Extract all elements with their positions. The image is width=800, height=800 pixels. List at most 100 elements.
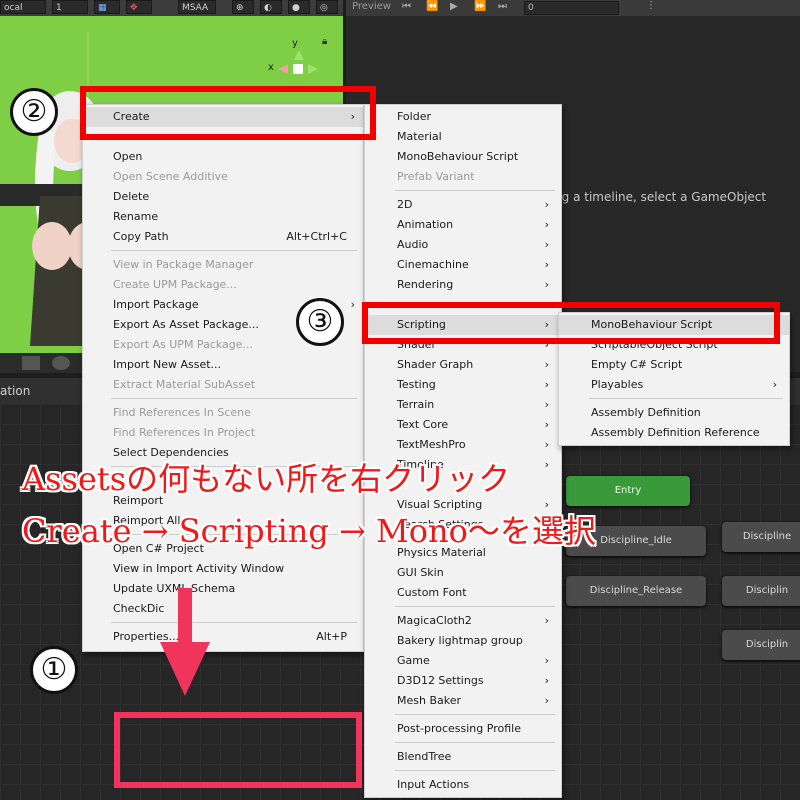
chevron-right-icon: › bbox=[772, 378, 777, 391]
step-2-badge: ② bbox=[10, 88, 58, 136]
caption-line-1: Assetsの何もない所を右クリック bbox=[22, 460, 511, 498]
submenu-item-post-processing-profile[interactable]: Post-processing Profile bbox=[365, 719, 561, 739]
chevron-right-icon: › bbox=[544, 694, 549, 707]
state-release[interactable]: Discipline_Release bbox=[566, 576, 706, 606]
menu-item-find-references-project: Find References In Project bbox=[113, 426, 256, 439]
menu-item-properties[interactable]: Properties... Alt+P bbox=[83, 627, 363, 647]
menu-item-checkdic[interactable]: CheckDic bbox=[83, 599, 363, 619]
menu-separator bbox=[395, 190, 555, 191]
submenu-item-textmeshpro[interactable]: TextMeshPro › bbox=[365, 435, 561, 455]
frame-field[interactable]: 0 bbox=[524, 1, 619, 15]
menu-item-find-references-scene: Find References In Scene bbox=[113, 406, 251, 419]
grid-snap-button[interactable]: ▦ bbox=[94, 0, 120, 14]
submenu-item-bakery-lightmap-group[interactable]: Bakery lightmap group bbox=[365, 631, 561, 651]
submenu-item-game[interactable]: Game › bbox=[365, 651, 561, 671]
first-frame-icon[interactable]: ⏮ bbox=[402, 1, 411, 12]
gizmo-y-label: y bbox=[292, 38, 298, 49]
chevron-right-icon: › bbox=[544, 398, 549, 411]
menu-separator bbox=[589, 398, 783, 399]
submenu-item-shader-graph[interactable]: Shader Graph › bbox=[365, 355, 561, 375]
wireframe-shading-icon[interactable]: ⊕ bbox=[232, 0, 254, 14]
submenu-item-folder[interactable]: Folder bbox=[365, 107, 561, 127]
shaded-icon[interactable]: ● bbox=[288, 0, 310, 14]
gizmo-x-label: x bbox=[268, 62, 274, 73]
chevron-right-icon: › bbox=[544, 358, 549, 371]
lock-icon[interactable]: 🔒︎ bbox=[322, 36, 327, 47]
menu-item-rename[interactable]: Rename bbox=[83, 207, 363, 227]
next-frame-icon[interactable]: ⏩ bbox=[474, 1, 486, 12]
layer-field[interactable]: 1 bbox=[52, 0, 88, 14]
down-arrow-icon bbox=[160, 588, 210, 696]
script-item-empty-csharp-script[interactable]: Empty C# Script bbox=[559, 355, 789, 375]
camera-icon[interactable] bbox=[22, 356, 40, 370]
gizmo-z-arrow-icon[interactable] bbox=[308, 64, 318, 74]
submenu-item-blendtree[interactable]: BlendTree bbox=[365, 747, 561, 767]
submenu-item-terrain[interactable]: Terrain › bbox=[365, 395, 561, 415]
chevron-right-icon: › bbox=[544, 418, 549, 431]
state-entry[interactable]: Entry bbox=[566, 476, 690, 506]
submenu-item-material[interactable]: Material bbox=[365, 127, 561, 147]
submenu-item-text-core[interactable]: Text Core › bbox=[365, 415, 561, 435]
menu-item-open[interactable]: Open bbox=[83, 147, 363, 167]
last-frame-icon[interactable]: ⏭ bbox=[498, 1, 507, 12]
lit-icon[interactable]: ◎ bbox=[316, 0, 338, 14]
options-icon[interactable]: ⋮ bbox=[646, 0, 656, 11]
script-item-assembly-definition-reference[interactable]: Assembly Definition Reference bbox=[559, 423, 789, 443]
menu-item-extract-material-subasset: Extract Material SubAsset bbox=[113, 378, 256, 391]
menu-separator bbox=[395, 742, 555, 743]
highlight-box-create bbox=[80, 86, 376, 140]
submenu-item-2d[interactable]: 2D › bbox=[365, 195, 561, 215]
menu-item-view-import-activity[interactable]: View in Import Activity Window bbox=[83, 559, 363, 579]
chevron-right-icon: › bbox=[544, 438, 549, 451]
highlight-box-scripting bbox=[362, 302, 780, 344]
context-menu: Create › Open Open Scene Additive Delete … bbox=[82, 104, 364, 652]
step-1-badge: ① bbox=[30, 646, 78, 694]
pivot-dropdown[interactable]: ocal bbox=[0, 0, 46, 14]
msaa-button[interactable]: MSAA bbox=[178, 0, 216, 14]
chevron-right-icon: › bbox=[544, 458, 549, 471]
caption-line-2: Create → Scripting → Mono〜を選択 bbox=[22, 512, 596, 550]
menu-item-copy-path[interactable]: Copy Path Alt+Ctrl+C bbox=[83, 227, 363, 247]
preview-label[interactable]: Preview bbox=[352, 1, 391, 12]
menu-item-open-scene-additive: Open Scene Additive bbox=[113, 170, 228, 183]
script-item-assembly-definition[interactable]: Assembly Definition bbox=[559, 403, 789, 423]
create-submenu: Folder Material MonoBehaviour Script Pre… bbox=[364, 104, 562, 798]
state-right-2[interactable]: Disciplin bbox=[722, 576, 800, 606]
submenu-item-rendering[interactable]: Rendering › bbox=[365, 275, 561, 295]
gizmo-tools-button[interactable]: ✥ bbox=[126, 0, 152, 14]
gizmo-x-arrow-icon[interactable] bbox=[278, 64, 288, 74]
gizmo-center-icon[interactable] bbox=[293, 64, 303, 74]
chevron-right-icon: › bbox=[544, 614, 549, 627]
menu-separator bbox=[111, 622, 357, 623]
submenu-item-audio[interactable]: Audio › bbox=[365, 235, 561, 255]
submenu-item-cinemachine[interactable]: Cinemachine › bbox=[365, 255, 561, 275]
submenu-item-gui-skin[interactable]: GUI Skin bbox=[365, 563, 561, 583]
menu-separator bbox=[395, 714, 555, 715]
menu-item-import-new-asset[interactable]: Import New Asset... bbox=[83, 355, 363, 375]
script-item-playables[interactable]: Playables › bbox=[559, 375, 789, 395]
prev-frame-icon[interactable]: ⏪ bbox=[426, 1, 438, 12]
highlight-box-assets-area bbox=[114, 712, 362, 788]
chevron-right-icon: › bbox=[544, 258, 549, 271]
gizmo-y-arrow-icon[interactable] bbox=[294, 50, 304, 60]
state-right-3[interactable]: Disciplin bbox=[722, 630, 800, 660]
shaded-wire-icon[interactable]: ◐ bbox=[260, 0, 282, 14]
play-icon[interactable]: ▶ bbox=[450, 1, 458, 12]
chevron-right-icon: › bbox=[544, 378, 549, 391]
submenu-item-monobehaviour-script[interactable]: MonoBehaviour Script bbox=[365, 147, 561, 167]
submenu-item-magicacloth2[interactable]: MagicaCloth2 › bbox=[365, 611, 561, 631]
animator-tab[interactable]: ation bbox=[0, 384, 30, 398]
menu-item-delete[interactable]: Delete bbox=[83, 187, 363, 207]
submenu-item-d3d12-settings[interactable]: D3D12 Settings › bbox=[365, 671, 561, 691]
render-icon[interactable] bbox=[52, 356, 70, 370]
submenu-item-input-actions[interactable]: Input Actions bbox=[365, 775, 561, 795]
submenu-item-testing[interactable]: Testing › bbox=[365, 375, 561, 395]
submenu-item-custom-font[interactable]: Custom Font bbox=[365, 583, 561, 603]
menu-item-create-upm-package: Create UPM Package... bbox=[113, 278, 237, 291]
state-right-1[interactable]: Discipline bbox=[722, 522, 800, 552]
submenu-item-animation[interactable]: Animation › bbox=[365, 215, 561, 235]
menu-separator bbox=[395, 770, 555, 771]
chevron-right-icon: › bbox=[544, 278, 549, 291]
submenu-item-mesh-baker[interactable]: Mesh Baker › bbox=[365, 691, 561, 711]
menu-item-update-uxml-schema[interactable]: Update UXML Schema bbox=[83, 579, 363, 599]
